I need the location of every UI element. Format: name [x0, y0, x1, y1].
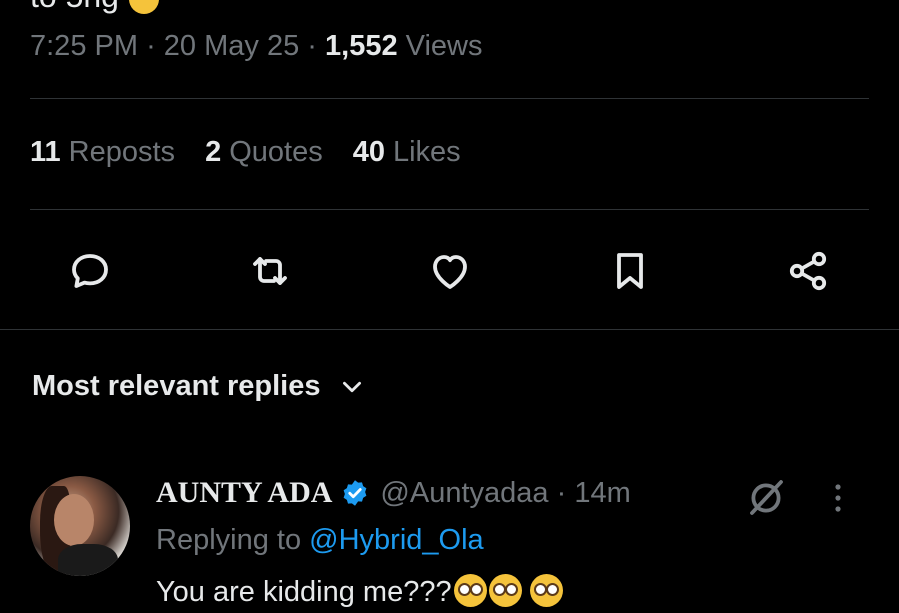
reply-icon: [72, 254, 108, 288]
reply-item[interactable]: AUNTY ADA @Auntyadaa · 14m Replying to @…: [0, 470, 899, 613]
more-vertical-icon: [835, 484, 841, 512]
tweet-action-bar: [0, 243, 899, 299]
verified-badge-icon: [340, 478, 370, 508]
grok-button[interactable]: [742, 474, 790, 527]
likes-stat[interactable]: 40 Likes: [353, 136, 461, 169]
divider: [30, 98, 869, 99]
bookmark-button[interactable]: [602, 243, 658, 299]
tweet-date[interactable]: 20 May 25: [164, 30, 299, 62]
flushed-emoji-icon: [529, 574, 563, 607]
reply-button[interactable]: [62, 243, 118, 299]
share-icon: [789, 251, 827, 291]
reply-text: You are kidding me???: [156, 576, 452, 608]
flushed-emoji-icon: [488, 574, 522, 607]
tweet-meta: 7:25 PM · 20 May 25 · 1,552 Views: [30, 30, 483, 62]
bookmark-icon: [617, 253, 643, 289]
views-count: 1,552: [325, 30, 398, 62]
repost-icon: [253, 257, 287, 285]
reply-time[interactable]: 14m: [574, 477, 630, 509]
replying-to-mention[interactable]: @Hybrid_Ola: [309, 524, 484, 556]
quotes-stat[interactable]: 2 Quotes: [205, 136, 323, 169]
engagement-stats: 11 Reposts 2 Quotes 40 Likes: [30, 136, 461, 169]
reply-author-name[interactable]: AUNTY ADA: [156, 476, 332, 510]
divider: [0, 329, 899, 330]
reply-body: You are kidding me???: [156, 574, 563, 609]
replies-sort-label: Most relevant replies: [32, 370, 321, 402]
replies-sort-dropdown[interactable]: Most relevant replies: [32, 370, 365, 403]
avatar[interactable]: [30, 476, 130, 576]
share-button[interactable]: [780, 243, 836, 299]
tweet-detail-view: to 5hg 7:25 PM · 20 May 25 · 1,552 Views…: [0, 0, 899, 613]
like-button[interactable]: [422, 243, 478, 299]
chevron-down-icon: [342, 381, 361, 392]
views-label: Views: [405, 30, 483, 62]
flushed-emoji-icon: [453, 574, 487, 607]
heart-icon: [433, 255, 467, 289]
reply-author-handle[interactable]: @Auntyadaa: [380, 477, 548, 509]
replying-to: Replying to @Hybrid_Ola: [156, 524, 484, 556]
more-options-button[interactable]: [826, 474, 850, 527]
emoji-icon: [128, 0, 159, 14]
divider: [30, 209, 869, 210]
tweet-text-clipped: to 5hg: [30, 0, 159, 15]
grok-icon: [750, 480, 783, 515]
reposts-stat[interactable]: 11 Reposts: [30, 136, 175, 169]
repost-button[interactable]: [242, 243, 298, 299]
reply-header: AUNTY ADA @Auntyadaa · 14m: [156, 476, 631, 510]
tweet-time[interactable]: 7:25 PM: [30, 30, 138, 62]
